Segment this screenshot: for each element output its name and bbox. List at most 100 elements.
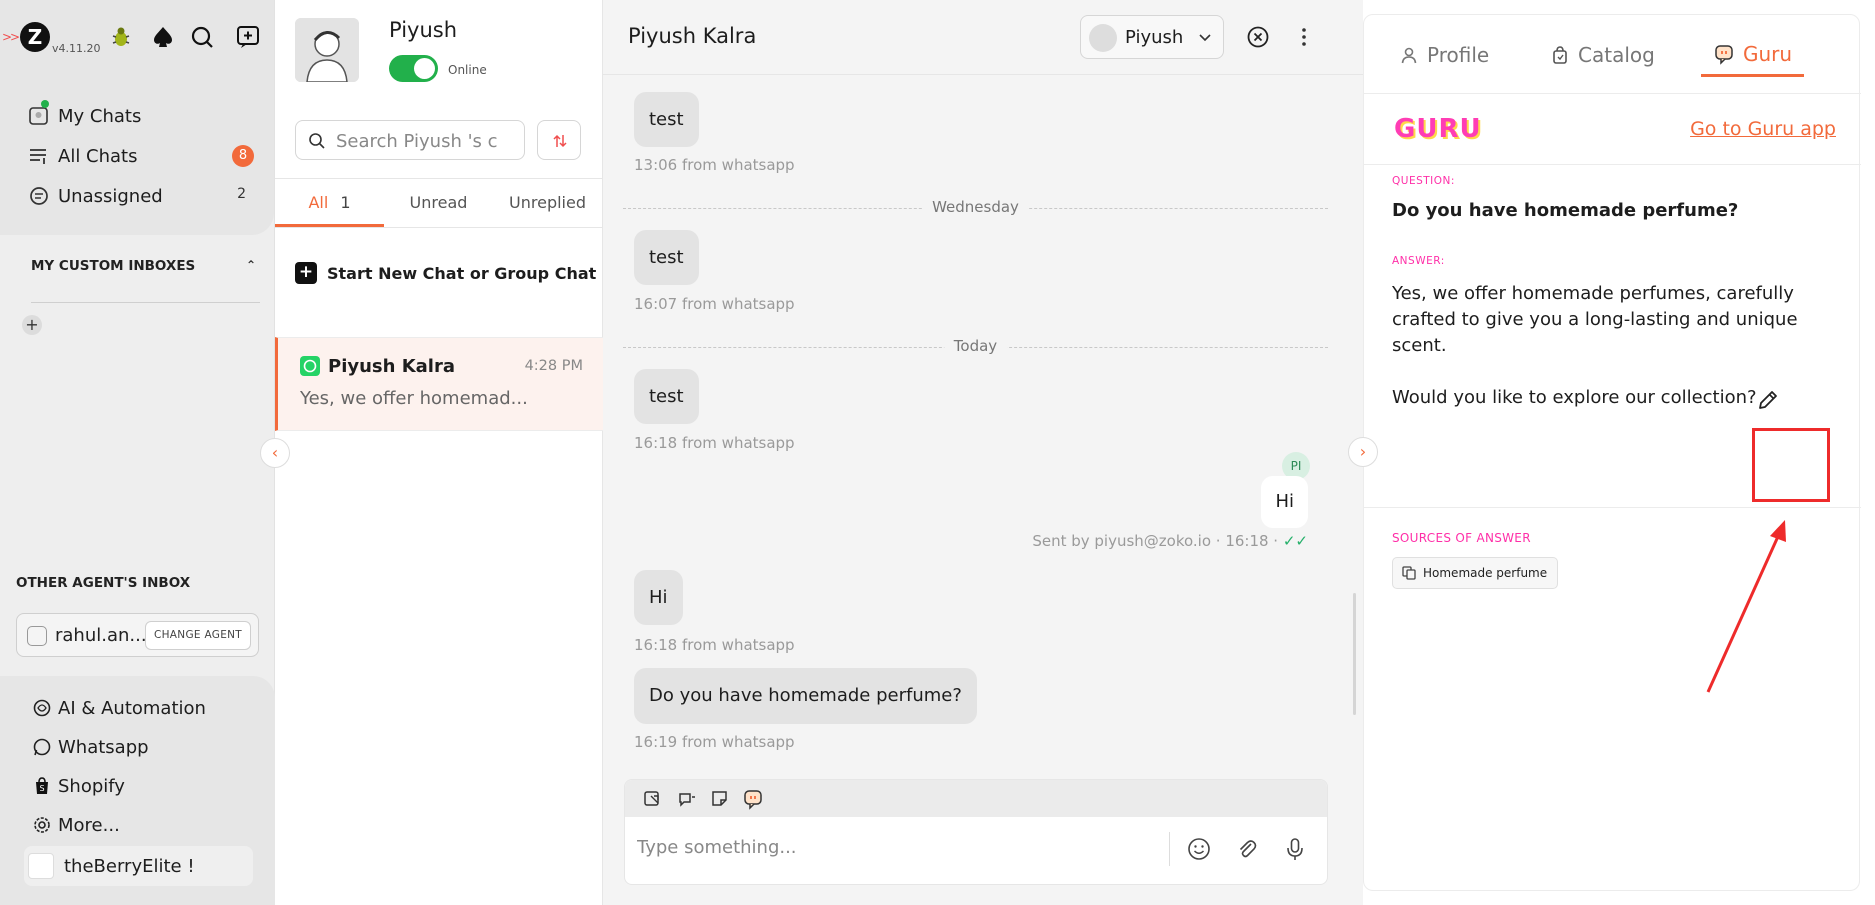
tab-label: Unread (409, 193, 468, 212)
custom-inboxes-title: MY CUSTOM INBOXES (31, 258, 196, 274)
tab-guru[interactable]: Guru (1701, 33, 1805, 77)
sort-icon (553, 134, 567, 148)
sidebar-item-whatsapp[interactable]: Whatsapp (32, 732, 149, 762)
assignee-dropdown[interactable]: Piyush (1080, 15, 1224, 59)
tab-all[interactable]: All 1 (275, 179, 384, 227)
guru-logo: GURU (1394, 114, 1482, 144)
right-panel-tabs: Profile Catalog Guru (1364, 33, 1861, 93)
tab-unread[interactable]: Unread (384, 179, 493, 227)
new-chat-label: Start New Chat or Group Chat (327, 263, 597, 283)
chat-filter-tabs: All 1 Unread Unreplied (275, 178, 603, 228)
collapse-right-panel-button[interactable]: › (1348, 437, 1378, 467)
start-new-chat-button[interactable]: + Start New Chat or Group Chat (295, 262, 596, 284)
tab-catalog[interactable]: Catalog (1550, 33, 1655, 77)
sidebar-toolbar: >> Z v4.11.20 (0, 18, 274, 58)
close-chat-icon[interactable] (1246, 25, 1270, 49)
message-composer (624, 779, 1328, 885)
sidebar-item-label: My Chats (58, 105, 142, 127)
collapse-chat-list-button[interactable]: ‹ (260, 438, 290, 468)
agent-selector: rahul.an... CHANGE AGENT (16, 613, 259, 657)
note-icon[interactable] (709, 788, 731, 810)
spade-icon[interactable] (150, 24, 176, 50)
answer-paragraph: Would you like to explore our collection… (1392, 387, 1757, 408)
chat-list-panel: Piyush Online All 1 Unread Unreplied + St… (275, 0, 603, 905)
whatsapp-icon (300, 356, 320, 376)
guru-question: Do you have homemade perfume? (1392, 200, 1739, 221)
custom-inboxes-header[interactable]: MY CUSTOM INBOXES ⌃ (31, 258, 256, 278)
document-source-icon (1402, 566, 1416, 580)
composer-divider (1169, 832, 1170, 866)
sidebar-item-unassigned[interactable]: Unassigned 2 (28, 176, 254, 216)
user-avatar[interactable] (295, 18, 359, 82)
sidebar-item-shopify[interactable]: S Shopify (32, 771, 125, 801)
chevron-down-icon (1199, 34, 1211, 42)
tab-unreplied[interactable]: Unreplied (493, 179, 602, 227)
tab-label: Catalog (1578, 43, 1655, 67)
search-input[interactable] (336, 129, 516, 153)
microphone-icon[interactable] (1282, 836, 1308, 862)
unread-badge: 8 (232, 145, 254, 167)
search-icon[interactable] (189, 24, 215, 50)
sidebar-item-ai-automation[interactable]: AI & Automation (32, 693, 206, 723)
emoji-icon[interactable] (1186, 836, 1212, 862)
plus-icon: + (295, 262, 317, 284)
store-logo (28, 853, 54, 879)
chat-preview: Yes, we offer homemad... (300, 388, 528, 409)
tab-label: Profile (1427, 43, 1490, 67)
list-filter-icon (30, 149, 46, 164)
search-icon (309, 133, 325, 149)
source-chip-label: Homemade perfume (1423, 566, 1548, 580)
new-message-icon[interactable] (235, 24, 261, 50)
template-icon[interactable] (642, 788, 664, 810)
sidebar-item-label: Shopify (58, 775, 125, 797)
store-switcher[interactable]: theBerryElite ! (24, 846, 253, 886)
quick-reply-icon[interactable] (676, 788, 698, 810)
sidebar-item-all-chats[interactable]: All Chats 8 (28, 136, 254, 176)
zoko-logo: Z (20, 22, 50, 52)
guru-chat-icon[interactable] (742, 788, 764, 810)
list-item[interactable]: Piyush Kalra 4:28 PM Yes, we offer homem… (275, 337, 603, 431)
message-scrollbar[interactable] (1353, 593, 1356, 715)
guru-chat-icon (1715, 44, 1733, 65)
gear-icon (34, 817, 50, 833)
chat-search (295, 120, 525, 160)
unassigned-count: 2 (237, 186, 246, 202)
left-sidebar: >> Z v4.11.20 My Chats All Chats 8 Unass… (0, 0, 275, 905)
go-to-guru-link[interactable]: Go to Guru app (1690, 118, 1836, 140)
online-toggle[interactable] (389, 55, 438, 82)
tab-count: 1 (340, 193, 351, 212)
guru-answer: Yes, we offer homemade perfumes, careful… (1392, 281, 1812, 437)
sidebar-item-more[interactable]: More... (32, 810, 120, 840)
user-name: Piyush (389, 18, 458, 42)
chevron-up-icon[interactable]: ⌃ (246, 258, 256, 272)
change-agent-button[interactable]: CHANGE AGENT (144, 621, 251, 650)
more-options-icon[interactable] (1293, 26, 1315, 48)
message-meta: 16:19 from whatsapp (634, 733, 795, 751)
message-bubble: Do you have homemade perfume? (634, 668, 977, 724)
answer-paragraph: Yes, we offer homemade perfumes, careful… (1392, 283, 1798, 356)
conversation-panel: Piyush Kalra Piyush test 13:06 from what… (603, 0, 1363, 905)
sidebar-bottom-panel: AI & Automation Whatsapp S Shopify More.… (0, 676, 275, 905)
tab-profile[interactable]: Profile (1399, 33, 1489, 77)
sidebar-item-my-chats[interactable]: My Chats (28, 96, 254, 136)
guru-header: GURU Go to Guru app (1364, 93, 1861, 165)
message-meta: 16:18 from whatsapp (634, 636, 795, 654)
outgoing-message-bubble: Hi (1261, 476, 1308, 528)
app-version: v4.11.20 (52, 42, 101, 55)
read-receipt-icon: ✓✓ (1282, 532, 1308, 550)
expand-sidebar-icon[interactable]: >> (2, 30, 20, 44)
outgoing-message-meta: Sent by piyush@zoko.io · 16:18 · ✓✓ (1032, 532, 1308, 550)
sort-button[interactable] (537, 120, 581, 160)
bug-icon[interactable] (108, 24, 134, 50)
highlight-box (1752, 428, 1830, 502)
status-label: Online (448, 63, 487, 77)
edit-answer-icon[interactable] (1753, 385, 1783, 415)
add-inbox-button[interactable]: + (22, 315, 42, 335)
attachment-icon[interactable] (1234, 836, 1260, 862)
my-chats-icon (29, 107, 48, 125)
sources-label: SOURCES OF ANSWER (1392, 531, 1531, 545)
message-input[interactable] (637, 832, 1157, 862)
sidebar-item-label: All Chats (58, 145, 138, 167)
source-chip[interactable]: Homemade perfume (1392, 557, 1559, 589)
person-icon (1401, 47, 1417, 64)
